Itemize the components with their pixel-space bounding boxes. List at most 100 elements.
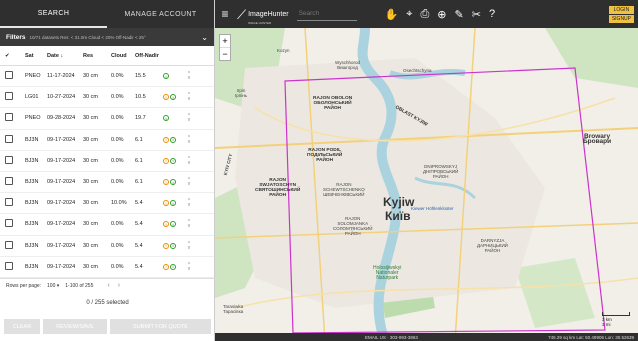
info-icon[interactable]: i bbox=[170, 221, 176, 228]
filters-bar[interactable]: Filters 10/71 datasets Res: < 31.0m Clou… bbox=[0, 28, 214, 46]
search-input[interactable] bbox=[296, 7, 357, 21]
row-checkbox[interactable] bbox=[5, 177, 13, 186]
warning-icon[interactable]: ! bbox=[163, 179, 169, 186]
reorder-icon[interactable]: ^ v bbox=[185, 93, 193, 102]
header-sat[interactable]: Sat bbox=[25, 53, 47, 59]
info-icon[interactable]: i bbox=[163, 73, 169, 80]
row-checkbox[interactable] bbox=[5, 240, 13, 249]
info-icon[interactable]: i bbox=[170, 136, 176, 143]
table-row[interactable]: BJ3N 09-17-2024 30 cm 0.0% 5.4! i ^ v bbox=[0, 214, 214, 236]
submit-quote-button[interactable]: SUBMIT FOR QUOTE bbox=[110, 319, 211, 334]
pan-hand-icon[interactable]: ✋ bbox=[385, 8, 399, 21]
reorder-icon[interactable]: ^ v bbox=[185, 262, 193, 271]
signup-button[interactable]: SIGNUP bbox=[608, 14, 634, 23]
district-svyatoshyn: RAJON SWJATOSCHYN СВЯТОШИНСЬКИЙ РАЙОН bbox=[255, 178, 301, 198]
row-checkbox[interactable] bbox=[5, 134, 13, 143]
draw-polygon-icon[interactable]: ⌖ bbox=[406, 8, 412, 21]
review-save-button[interactable]: REVIEW/SAVE bbox=[43, 319, 107, 334]
table-row[interactable]: BJ3N 09-17-2024 30 cm 0.0% 6.1! i ^ v bbox=[0, 172, 214, 194]
next-page-icon[interactable]: › bbox=[118, 282, 128, 289]
reorder-icon[interactable]: ^ v bbox=[185, 220, 193, 229]
reorder-icon[interactable]: ^ v bbox=[185, 72, 193, 81]
cell-cloud: 10.0% bbox=[111, 200, 127, 207]
map-canvas[interactable]: + − Kyjiw Київ RAJON OBOLON ОБОЛОНСЬКИЙ … bbox=[215, 28, 638, 341]
header-offnadir[interactable]: Off-Nadir bbox=[135, 53, 163, 59]
zoom-search-icon[interactable]: ⊕ bbox=[437, 8, 446, 21]
cell-offnadir: 10.5 bbox=[135, 94, 146, 101]
header-cloud[interactable]: Cloud bbox=[111, 53, 135, 59]
info-icon[interactable]: i bbox=[170, 94, 176, 101]
zoom-in-button[interactable]: + bbox=[220, 35, 230, 48]
page-arrows[interactable]: ‹› bbox=[107, 282, 128, 289]
cell-sat: PNEO bbox=[25, 115, 41, 122]
zoom-control: + − bbox=[219, 34, 231, 61]
clear-button[interactable]: CLEAR bbox=[4, 319, 40, 334]
cell-cloud: 0.0% bbox=[111, 73, 124, 80]
warning-icon[interactable]: ! bbox=[163, 221, 169, 228]
table-row[interactable]: BJ3N 09-17-2024 30 cm 10.0% 5.4! i ^ v bbox=[0, 193, 214, 215]
cell-date: 10-27-2024 bbox=[47, 94, 76, 101]
warning-icon[interactable]: ! bbox=[163, 136, 169, 143]
email-us-link[interactable]: EMAIL US · 303-993-3863 bbox=[365, 335, 418, 340]
help-icon[interactable]: ? bbox=[489, 8, 495, 21]
table-row[interactable]: BJ3N 09-17-2024 30 cm 0.0% 5.4! i ^ v bbox=[0, 257, 214, 278]
town-irpin: Irpin Ірпінь bbox=[235, 88, 248, 98]
reorder-icon[interactable]: ^ v bbox=[185, 114, 193, 123]
warning-icon[interactable]: ! bbox=[163, 200, 169, 207]
header-date[interactable]: Date ↓ bbox=[47, 53, 83, 59]
row-checkbox[interactable] bbox=[5, 92, 13, 101]
city-label-cyrillic: Київ bbox=[385, 209, 411, 223]
info-icon[interactable]: i bbox=[170, 179, 176, 186]
row-icons: ! i bbox=[163, 136, 185, 143]
warning-icon[interactable]: ! bbox=[163, 242, 169, 249]
reorder-icon[interactable]: ^ v bbox=[185, 135, 193, 144]
row-checkbox[interactable] bbox=[5, 198, 13, 207]
zoom-out-button[interactable]: − bbox=[220, 48, 230, 60]
row-checkbox[interactable] bbox=[5, 155, 13, 164]
login-button[interactable]: LOGIN bbox=[608, 5, 634, 14]
reorder-icon[interactable]: ^ v bbox=[185, 199, 193, 208]
row-checkbox[interactable] bbox=[5, 71, 13, 80]
table-row[interactable]: PNEO 11-17-2024 30 cm 0.0% 15.5 i ^ v bbox=[0, 66, 214, 88]
cell-offnadir: 6.1 bbox=[135, 179, 143, 186]
info-icon[interactable]: i bbox=[170, 242, 176, 249]
tools-icon[interactable]: ✂ bbox=[472, 8, 481, 21]
reorder-icon[interactable]: ^ v bbox=[185, 156, 193, 165]
info-icon[interactable]: i bbox=[170, 157, 176, 164]
reorder-icon[interactable]: ^ v bbox=[185, 241, 193, 250]
info-icon[interactable]: i bbox=[163, 115, 169, 122]
table-row[interactable]: BJ3N 09-17-2024 30 cm 0.0% 6.1! i ^ v bbox=[0, 151, 214, 172]
cell-cloud: 0.0% bbox=[111, 263, 124, 270]
menu-icon[interactable]: ≡ bbox=[215, 7, 235, 21]
cell-res: 30 cm bbox=[83, 263, 98, 270]
reorder-icon[interactable]: ^ v bbox=[185, 178, 193, 187]
row-checkbox[interactable] bbox=[5, 113, 13, 122]
select-all-check-icon[interactable]: ✔ bbox=[5, 53, 25, 59]
row-checkbox[interactable] bbox=[5, 261, 13, 270]
table-row[interactable]: BJ3N 09-17-2024 30 cm 0.0% 6.1! i ^ v bbox=[0, 130, 214, 151]
chevron-down-icon[interactable]: ⌄ bbox=[201, 33, 208, 42]
info-icon[interactable]: i bbox=[170, 263, 176, 270]
cell-sat: LG01 bbox=[25, 94, 39, 101]
warning-icon[interactable]: ! bbox=[163, 157, 169, 164]
cell-cloud: 0.0% bbox=[111, 179, 124, 186]
district-solomianka: RAJON SOLOMJANKA СОЛОМ'ЯНСЬКИЙ РАЙОН bbox=[333, 216, 373, 236]
warning-icon[interactable]: ! bbox=[163, 94, 169, 101]
warning-icon[interactable]: ! bbox=[163, 263, 169, 270]
measure-pencil-icon[interactable]: ✎ bbox=[455, 8, 464, 21]
tab-search[interactable]: SEARCH bbox=[0, 0, 107, 28]
cell-res: 30 cm bbox=[83, 179, 98, 186]
info-icon[interactable]: i bbox=[170, 200, 176, 207]
table-row[interactable]: BJ3N 09-17-2024 30 cm 0.0% 5.4! i ^ v bbox=[0, 236, 214, 257]
rows-per-page-select[interactable]: 100 ▾ bbox=[47, 283, 59, 289]
row-checkbox[interactable] bbox=[5, 219, 13, 228]
prev-page-icon[interactable]: ‹ bbox=[107, 282, 117, 289]
upload-aoi-icon[interactable]: ⎙ bbox=[420, 8, 429, 21]
cell-sat: BJ3N bbox=[25, 200, 39, 207]
table-row[interactable]: PNEO 09-28-2024 30 cm 0.0% 19.7 i ^ v bbox=[0, 108, 214, 130]
header-res[interactable]: Res bbox=[83, 53, 111, 59]
district-darnytsia: DARNYZJA ДАРНИЦЬКИЙ РАЙОН bbox=[477, 238, 508, 253]
tab-manage-account[interactable]: MANAGE ACCOUNT bbox=[107, 0, 214, 28]
page-range: 1-100 of 255 bbox=[65, 282, 94, 289]
table-row[interactable]: LG01 10-27-2024 30 cm 0.0% 10.5! i ^ v bbox=[0, 87, 214, 109]
